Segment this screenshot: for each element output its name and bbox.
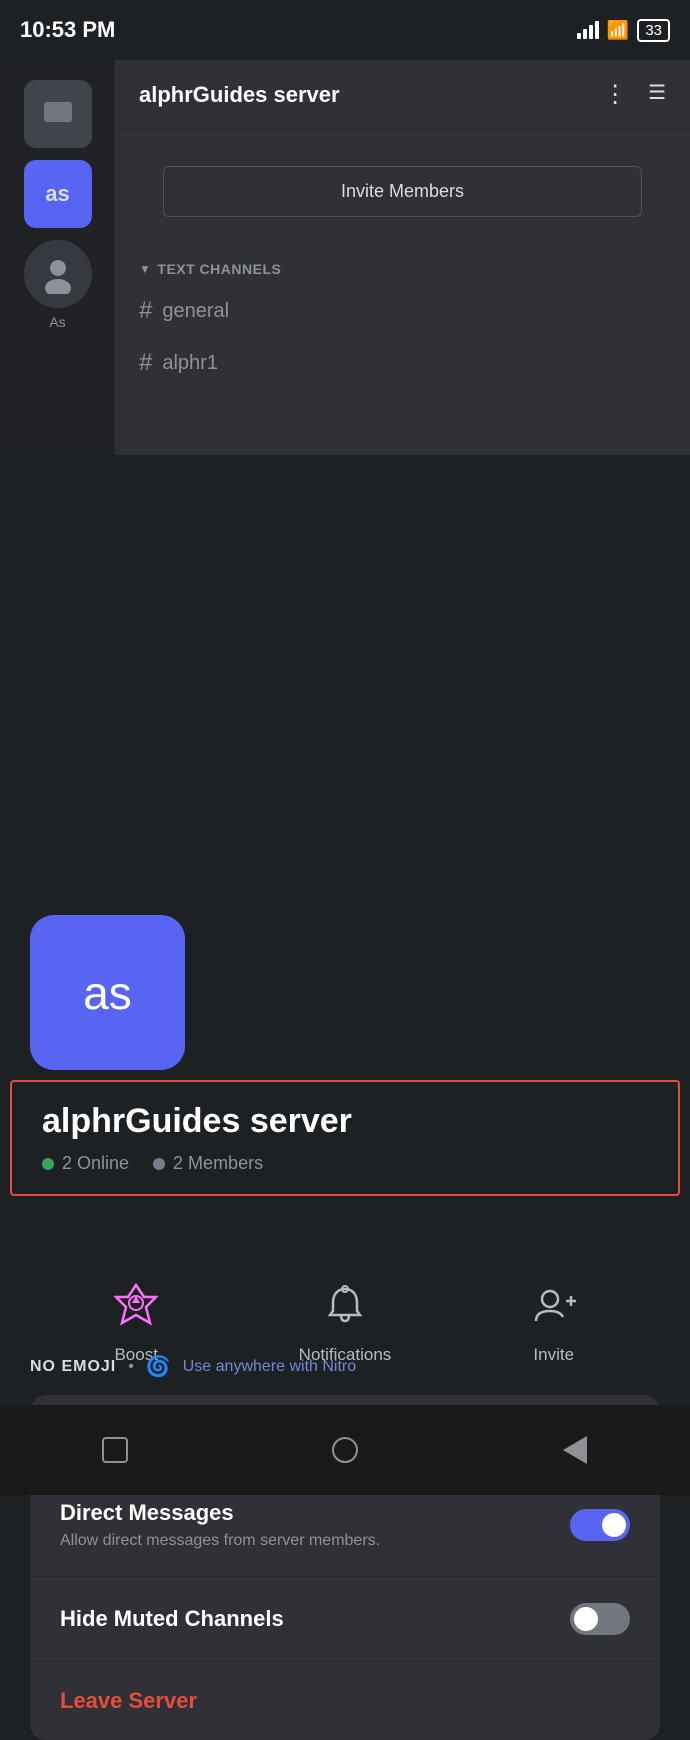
sidebar-item-as[interactable]: as (24, 160, 92, 228)
member-dot (153, 1158, 165, 1170)
hide-muted-toggle[interactable] (570, 1603, 630, 1635)
invite-members-button[interactable]: Invite Members (163, 166, 642, 217)
invite-icon-container (524, 1275, 584, 1335)
nitro-icon: 🌀 (146, 1354, 171, 1379)
server-sidebar: as As (0, 60, 115, 480)
more-options-icon[interactable]: ⋮ (603, 80, 628, 109)
nav-recents-button[interactable] (95, 1430, 135, 1470)
nitro-footer: NO EMOJI • 🌀 Use anywhere with Nitro (0, 1338, 690, 1395)
boost-icon (114, 1283, 158, 1327)
invite-icon (532, 1283, 576, 1327)
status-bar: 10:53 PM 📶 33 (0, 0, 690, 60)
no-emoji-label: NO EMOJI (30, 1358, 116, 1376)
battery-icon: 33 (637, 19, 670, 42)
toggle-knob-muted (574, 1607, 598, 1631)
toggle-knob (602, 1513, 626, 1537)
direct-messages-row: Direct Messages Allow direct messages fr… (60, 1500, 630, 1550)
sidebar-as-label: As (49, 314, 65, 330)
wifi-icon: 📶 (607, 20, 629, 41)
bell-icon (323, 1283, 367, 1327)
member-count: 2 Members (153, 1153, 263, 1174)
notifications-icon-container (315, 1275, 375, 1335)
sidebar-item-dark[interactable] (24, 240, 92, 308)
chevron-down-icon: ▼ (139, 262, 151, 276)
online-dot (42, 1158, 54, 1170)
channel-general[interactable]: # general (115, 285, 690, 337)
android-nav-bar (0, 1405, 690, 1495)
home-icon (332, 1437, 358, 1463)
dm-icon[interactable] (24, 80, 92, 148)
direct-messages-label: Direct Messages (60, 1500, 380, 1526)
hide-muted-label: Hide Muted Channels (60, 1606, 284, 1632)
server-info-section: alphrGuides server 2 Online 2 Members (10, 1080, 680, 1196)
back-icon (563, 1436, 587, 1464)
server-header-title: alphrGuides server (139, 82, 340, 108)
dot-separator: • (128, 1358, 134, 1376)
server-name: alphrGuides server (42, 1102, 648, 1141)
leave-server-item[interactable]: Leave Server (30, 1662, 660, 1740)
nav-back-button[interactable] (555, 1430, 595, 1470)
online-count: 2 Online (42, 1153, 129, 1174)
text-channels-header: ▼ TEXT CHANNELS (115, 253, 690, 285)
recents-icon (102, 1437, 128, 1463)
direct-messages-text: Direct Messages Allow direct messages fr… (60, 1500, 380, 1550)
server-modal: as alphrGuides server 2 Online 2 Members (0, 455, 690, 1495)
hide-muted-row: Hide Muted Channels (60, 1603, 630, 1635)
status-icons: 📶 33 (577, 19, 670, 42)
status-time: 10:53 PM (20, 17, 115, 43)
hash-icon: # (139, 297, 152, 325)
header-icons: ⋮ ☰ (603, 80, 666, 109)
signal-icon (577, 21, 599, 39)
boost-icon-container (106, 1275, 166, 1335)
channel-alphr1[interactable]: # alphr1 (115, 337, 690, 389)
hide-muted-item: Hide Muted Channels (30, 1577, 660, 1662)
channel-area: alphrGuides server ⋮ ☰ Invite Members ▼ … (115, 60, 690, 480)
hamburger-icon[interactable]: ☰ (648, 80, 666, 109)
hash-icon: # (139, 349, 152, 377)
server-avatar-large: as (30, 915, 185, 1070)
nav-home-button[interactable] (325, 1430, 365, 1470)
direct-messages-toggle[interactable] (570, 1509, 630, 1541)
server-header: alphrGuides server ⋮ ☰ (115, 60, 690, 130)
leave-server-label: Leave Server (60, 1688, 197, 1713)
direct-messages-sublabel: Allow direct messages from server member… (60, 1532, 380, 1550)
server-stats: 2 Online 2 Members (42, 1153, 648, 1174)
nitro-link[interactable]: Use anywhere with Nitro (183, 1358, 356, 1376)
